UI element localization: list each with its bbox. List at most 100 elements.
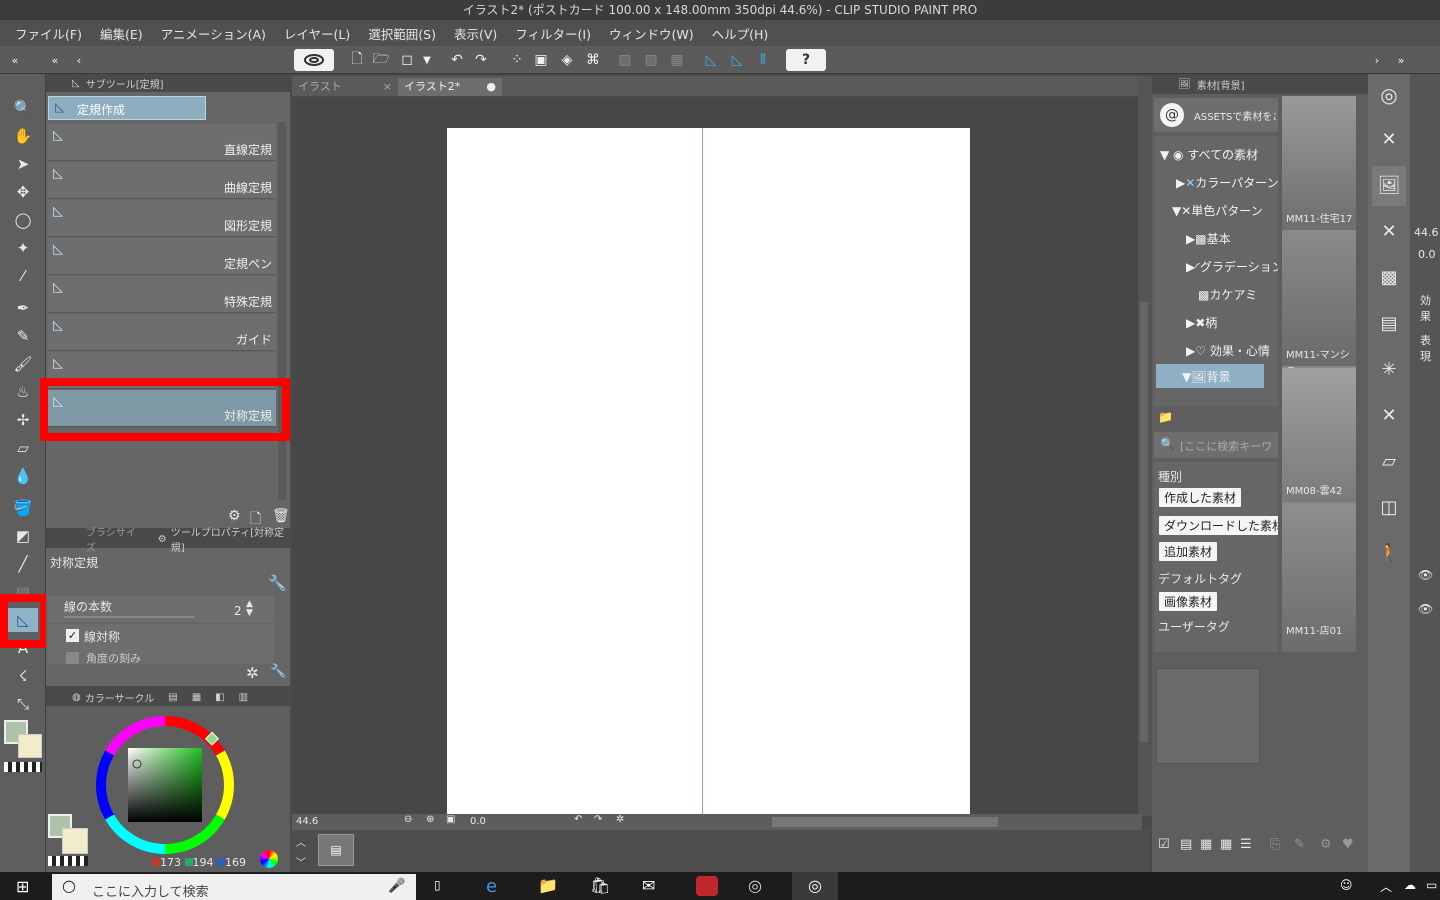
material-tab[interactable]: 🖼 素材[背景] bbox=[1152, 74, 1368, 94]
menu-animation[interactable]: アニメーション(A) bbox=[152, 24, 275, 43]
menu-filter[interactable]: フィルター(I) bbox=[506, 24, 600, 43]
clear-outside-icon[interactable]: ▣ bbox=[530, 49, 552, 71]
edge-browser-icon[interactable]: e bbox=[486, 876, 497, 897]
checkbox-checked-icon[interactable]: ✓ bbox=[66, 629, 79, 642]
mail-icon[interactable]: ✉ bbox=[642, 876, 655, 895]
sub-color-swatch[interactable] bbox=[18, 734, 42, 758]
invert-selection-icon[interactable]: ▨ bbox=[640, 49, 662, 71]
move-layer-tool-icon[interactable]: ✥ bbox=[8, 180, 38, 204]
collapse-up-icon[interactable]: ︿ bbox=[296, 834, 306, 849]
tag-downloaded[interactable]: ダウンロードした素材 bbox=[1159, 516, 1278, 535]
small-thumb-icon[interactable]: ▦ bbox=[1220, 837, 1232, 852]
eye-icon-2[interactable]: 👁 bbox=[1418, 602, 1433, 616]
color-wheel-tab-icon[interactable]: ◍ bbox=[72, 692, 81, 703]
rotate-left-icon[interactable]: ↶ bbox=[574, 814, 582, 825]
collapse-left-icon[interactable]: « bbox=[4, 49, 26, 71]
tree-item-mono-pattern[interactable]: ▼✕単色パターン bbox=[1172, 202, 1263, 219]
new-file-icon[interactable]: 🗋 bbox=[346, 49, 368, 71]
tag-added[interactable]: 追加素材 bbox=[1159, 542, 1218, 561]
task-view-icon[interactable]: ▯ bbox=[434, 878, 441, 892]
menu-window[interactable]: ウィンドウ(W) bbox=[600, 24, 703, 43]
subtool-scrollbar[interactable] bbox=[278, 122, 286, 500]
material-icon-5[interactable]: ▤ bbox=[1372, 304, 1406, 344]
show-selection-icon[interactable]: ▦ bbox=[666, 49, 688, 71]
check-icon[interactable]: ☑ bbox=[1158, 837, 1170, 852]
material-icon-4[interactable]: ▩ bbox=[1372, 258, 1406, 298]
eyedropper-tool-icon[interactable]: ⁄ bbox=[8, 264, 38, 288]
subtool-item-special-ruler[interactable]: ◺ 特殊定規 bbox=[48, 276, 276, 313]
paste-icon[interactable]: ⎘ bbox=[1270, 837, 1280, 852]
fill-tool-icon[interactable]: 🪣 bbox=[8, 496, 38, 520]
scroll-thumb[interactable] bbox=[1140, 302, 1148, 742]
search-box[interactable]: 🔍 [ここに検索キーワ bbox=[1154, 432, 1278, 458]
material-icon-1[interactable]: ✕ bbox=[1372, 120, 1406, 160]
tag-created[interactable]: 作成した素材 bbox=[1159, 488, 1242, 507]
material-icon-6[interactable]: ✳ bbox=[1372, 350, 1406, 390]
clip-studio-icon[interactable]: ◎ bbox=[748, 876, 762, 895]
close-icon[interactable]: × bbox=[383, 78, 392, 96]
lasso-tool-icon[interactable]: ◯ bbox=[8, 208, 38, 232]
save-dropdown-icon[interactable]: ▼ bbox=[416, 49, 438, 71]
tree-item-color-pattern[interactable]: ▶✕カラーパターン bbox=[1176, 174, 1278, 191]
line-count-slider[interactable] bbox=[64, 616, 194, 618]
auto-select-tool-icon[interactable]: ✦ bbox=[8, 236, 38, 260]
material-icon-3[interactable]: ✕ bbox=[1372, 212, 1406, 252]
tab-illust[interactable]: イラスト × bbox=[292, 78, 396, 96]
canvas-paper[interactable] bbox=[447, 128, 970, 814]
battery-icon[interactable]: ▭ bbox=[1426, 878, 1437, 892]
subtool-item-figure-ruler[interactable]: ◺ 図形定規 bbox=[48, 200, 276, 237]
list-view-icon[interactable]: ☰ bbox=[1240, 837, 1252, 852]
approximate-color-tab-icon[interactable]: ▥ bbox=[239, 692, 248, 703]
panel-transparent-swatch[interactable] bbox=[48, 856, 88, 866]
chevron-right-icon[interactable]: › bbox=[1366, 49, 1388, 71]
line-count-value[interactable]: 2 bbox=[234, 604, 242, 618]
tree-item-background[interactable]: ▼🖼背景 bbox=[1156, 364, 1264, 388]
file-explorer-icon[interactable]: 📁 bbox=[538, 876, 558, 895]
help-button[interactable]: ? bbox=[786, 49, 826, 71]
stepper-icon[interactable]: ▲ ▼ bbox=[246, 600, 253, 618]
balloon-tool-icon[interactable]: ☇ bbox=[8, 664, 38, 688]
menu-help[interactable]: ヘルプ(H) bbox=[703, 24, 778, 43]
material-icon-10[interactable]: 🚶 bbox=[1372, 534, 1406, 574]
zoom-tool-icon[interactable]: 🔍 bbox=[8, 96, 38, 120]
wrench-small-icon[interactable]: 🔧 bbox=[270, 664, 286, 679]
subtool-item-curve-ruler[interactable]: ◺ 曲線定規 bbox=[48, 162, 276, 199]
snap-special-ruler-icon[interactable]: ◺ bbox=[726, 49, 748, 71]
snap-ruler-icon[interactable]: ◺ bbox=[700, 49, 722, 71]
tree-item-basic[interactable]: ▶▩基本 bbox=[1186, 230, 1231, 247]
pen-tool-icon[interactable]: ✒ bbox=[8, 296, 38, 320]
symmetry-ruler-line[interactable] bbox=[702, 128, 703, 814]
material-icon-2[interactable]: 🖼 bbox=[1372, 166, 1406, 206]
menu-selection[interactable]: 選択範囲(S) bbox=[359, 24, 445, 43]
brush-tool-icon[interactable]: 🖌 bbox=[8, 352, 38, 376]
panel-sub-color-swatch[interactable] bbox=[62, 828, 88, 854]
clip-studio-paint-icon[interactable]: ◎ bbox=[792, 872, 838, 900]
tree-item-pattern[interactable]: ▶✖柄 bbox=[1186, 314, 1217, 331]
favorite-icon[interactable]: ♥ bbox=[1342, 837, 1354, 852]
subtool-tab[interactable]: ◺ サブツール[定規] bbox=[46, 74, 290, 92]
color-set-tab-icon[interactable]: ▦ bbox=[192, 692, 201, 703]
collapse-left-icon-2[interactable]: « bbox=[44, 49, 66, 71]
spinner-icon[interactable]: ✲ bbox=[246, 664, 259, 682]
blend-tool-icon[interactable]: 💧 bbox=[8, 464, 38, 488]
color-wheel[interactable] bbox=[92, 712, 238, 858]
thumbnail-item[interactable]: MM11-住宅17 bbox=[1282, 96, 1356, 230]
menu-file[interactable]: ファイル(F) bbox=[6, 24, 91, 43]
tree-item-kakeami[interactable]: ▩カケアミ bbox=[1198, 286, 1257, 303]
subtool-item-ruler-pen[interactable]: ◺ 定規ペン bbox=[48, 238, 276, 275]
fit-icon[interactable]: ▣ bbox=[446, 814, 455, 825]
folder-icon[interactable]: 📁 bbox=[1158, 410, 1173, 424]
assets-button[interactable]: @ ASSETSで素材をさが bbox=[1154, 98, 1278, 132]
open-file-icon[interactable]: 🗁 bbox=[370, 49, 392, 71]
angle-value[interactable]: 0.0 bbox=[470, 816, 486, 827]
color-slider-tab-icon[interactable]: ▤ bbox=[168, 692, 177, 703]
menu-view[interactable]: 表示(V) bbox=[445, 24, 506, 43]
canvas-area[interactable] bbox=[292, 98, 1138, 814]
subtool-item-guide[interactable]: ◺ ガイド bbox=[48, 314, 276, 351]
collapse-right-icon[interactable]: » bbox=[1390, 49, 1412, 71]
line-symmetry-row[interactable]: ✓ 線対称 bbox=[48, 624, 274, 648]
brush-size-tab[interactable]: ブラシサイズ bbox=[86, 524, 142, 554]
clear-icon[interactable]: ⁘ bbox=[506, 49, 528, 71]
airbrush-tool-icon[interactable]: ♨ bbox=[8, 380, 38, 404]
eye-icon[interactable]: 👁 bbox=[1418, 568, 1433, 582]
